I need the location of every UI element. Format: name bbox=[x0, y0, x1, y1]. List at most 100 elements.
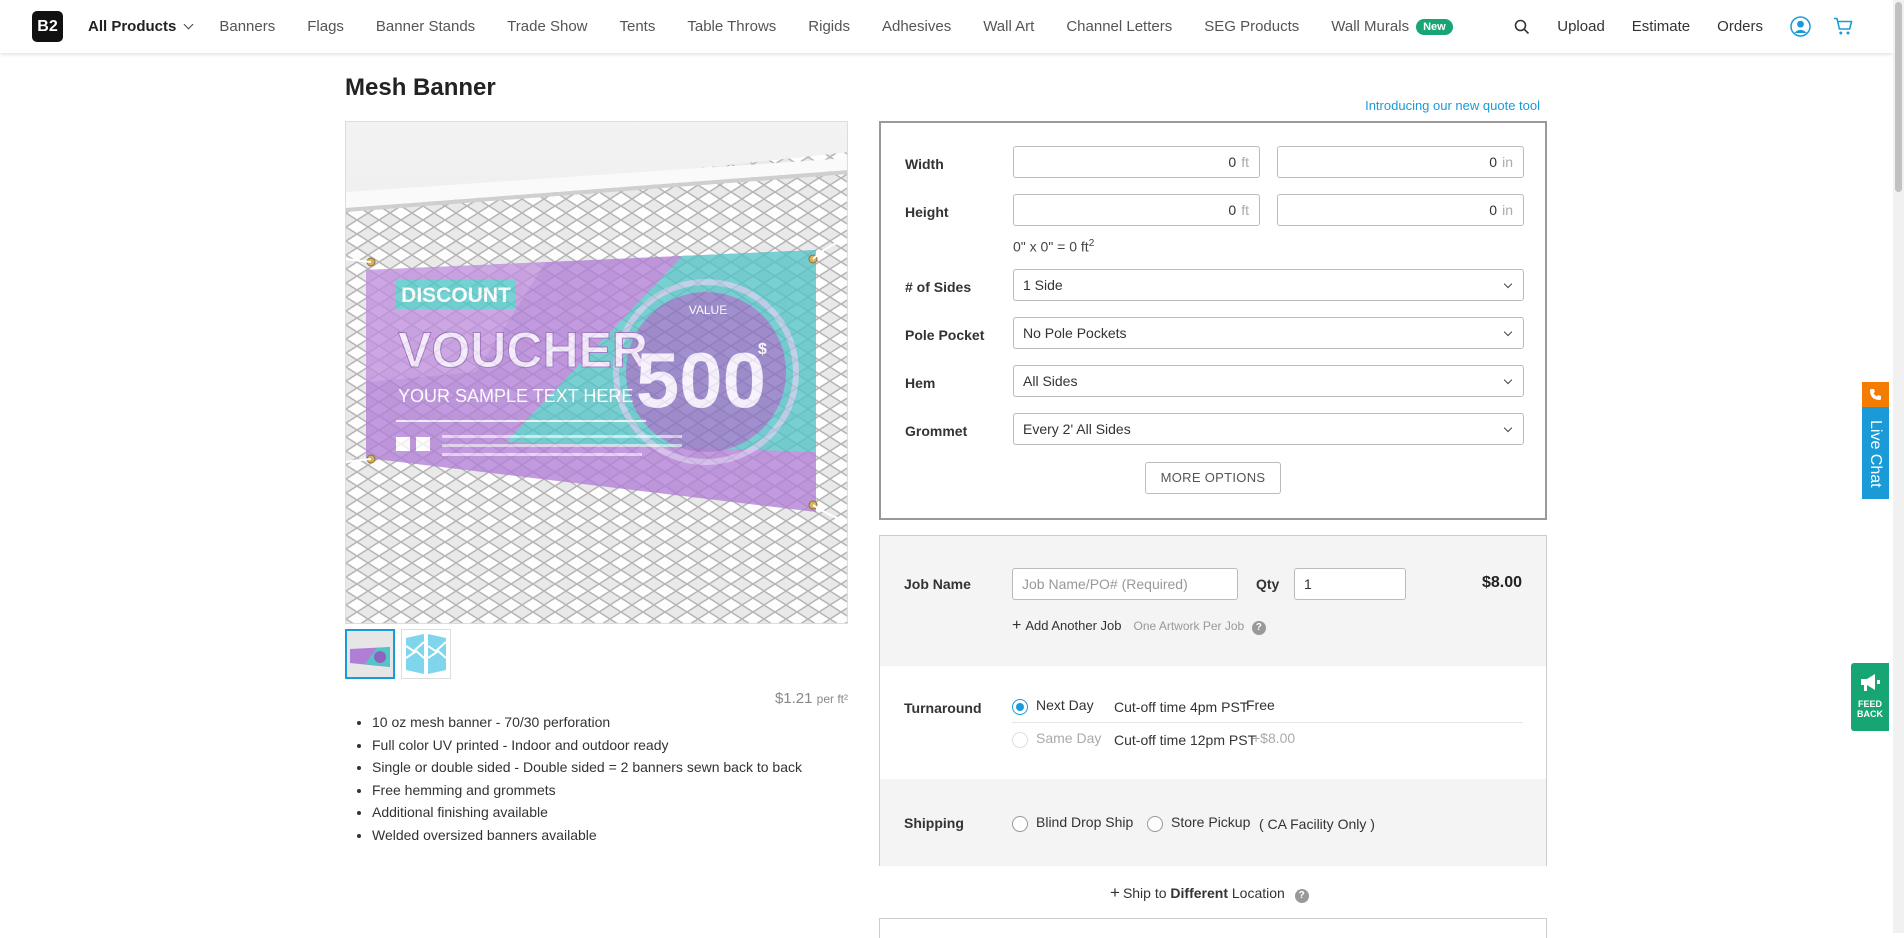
qty-input[interactable]: 1 bbox=[1294, 568, 1406, 600]
height-label: Height bbox=[905, 204, 949, 220]
b2-logo[interactable]: B2 bbox=[32, 11, 63, 42]
nav-banner-stands[interactable]: Banner Stands bbox=[376, 18, 475, 35]
next-day-radio[interactable] bbox=[1012, 699, 1028, 715]
main-nav: All Products Banners Flags Banner Stands… bbox=[88, 0, 1485, 53]
feature-item: Welded oversized banners available bbox=[372, 824, 802, 847]
width-in-value: 0 bbox=[1489, 154, 1498, 170]
turnaround-label: Turnaround bbox=[904, 700, 982, 716]
next-day-cutoff: Cut-off time 4pm PST bbox=[1114, 699, 1249, 715]
chevron-down-icon bbox=[183, 19, 194, 29]
feedback-button[interactable]: FEED BACK bbox=[1851, 663, 1889, 731]
pole-pocket-select-value: No Pole Pockets bbox=[1023, 325, 1127, 341]
hem-select-value: All Sides bbox=[1023, 373, 1078, 389]
pole-pocket-label: Pole Pocket bbox=[905, 327, 985, 343]
chevron-down-icon bbox=[1503, 423, 1513, 433]
scrollbar-thumb[interactable] bbox=[1895, 2, 1902, 192]
nav-trade-show[interactable]: Trade Show bbox=[507, 18, 587, 35]
next-panel bbox=[879, 918, 1547, 938]
height-ft-input[interactable]: 0 ft bbox=[1013, 194, 1260, 226]
feature-item: 10 oz mesh banner - 70/30 perforation bbox=[372, 711, 802, 734]
feature-item: Single or double sided - Double sided = … bbox=[372, 756, 802, 779]
unit-ft-label: ft bbox=[1241, 202, 1249, 218]
feature-list: 10 oz mesh banner - 70/30 perforation Fu… bbox=[372, 711, 802, 846]
feature-item: Free hemming and grommets bbox=[372, 779, 802, 802]
blind-drop-ship-label: Blind Drop Ship bbox=[1036, 814, 1134, 830]
nav-flags[interactable]: Flags bbox=[307, 18, 344, 35]
nav-all-products-label: All Products bbox=[88, 18, 177, 35]
top-navbar: B2 All Products Banners Flags Banner Sta… bbox=[0, 0, 1893, 53]
price-per-sqft-unit: per ft² bbox=[816, 692, 848, 706]
quote-tool-link[interactable]: Introducing our new quote tool bbox=[1300, 98, 1540, 113]
one-artwork-note: One Artwork Per Job bbox=[1133, 619, 1245, 633]
width-ft-value: 0 bbox=[1228, 154, 1237, 170]
plus-icon: + bbox=[1110, 883, 1120, 902]
account-icon[interactable] bbox=[1790, 16, 1811, 37]
width-ft-input[interactable]: 0 ft bbox=[1013, 146, 1260, 178]
height-in-input[interactable]: 0 in bbox=[1277, 194, 1524, 226]
live-chat-label: Live Chat bbox=[1867, 420, 1884, 488]
shipping-label: Shipping bbox=[904, 815, 964, 831]
ship-diff-suffix: Location bbox=[1231, 885, 1285, 901]
options-panel: Width 0 ft 0 in Height 0 ft 0 in 0" x 0" = 0… bbox=[879, 121, 1547, 520]
help-icon[interactable]: ? bbox=[1251, 621, 1266, 635]
sides-select[interactable]: 1 Side bbox=[1013, 269, 1524, 301]
width-label: Width bbox=[905, 156, 944, 172]
product-main-image[interactable]: DISCOUNT VOUCHER YOUR SAMPLE TEXT HERE V… bbox=[345, 121, 848, 624]
ship-to-different-location-link[interactable]: + Ship to Different Location ? bbox=[1110, 883, 1309, 903]
estimate-link[interactable]: Estimate bbox=[1632, 18, 1690, 35]
qty-label: Qty bbox=[1256, 576, 1280, 592]
phone-icon[interactable] bbox=[1862, 382, 1889, 407]
next-day-label: Next Day bbox=[1036, 697, 1094, 713]
nav-wall-art[interactable]: Wall Art bbox=[983, 18, 1034, 35]
add-another-job-button[interactable]: + Add Another Job One Artwork Per Job ? bbox=[1012, 617, 1266, 635]
new-badge: New bbox=[1416, 18, 1453, 35]
unit-ft-label: ft bbox=[1241, 154, 1249, 170]
feedback-label-line2: BACK bbox=[1857, 709, 1883, 719]
live-chat-tab[interactable]: Live Chat bbox=[1862, 382, 1889, 499]
nav-tents[interactable]: Tents bbox=[620, 18, 656, 35]
scrollbar[interactable] bbox=[1893, 0, 1904, 933]
product-thumbnail-1[interactable] bbox=[345, 629, 395, 679]
feedback-label-line1: FEED bbox=[1857, 699, 1882, 709]
product-thumbnail-2[interactable] bbox=[401, 629, 451, 679]
orders-link[interactable]: Orders bbox=[1717, 18, 1763, 35]
search-icon[interactable] bbox=[1514, 19, 1530, 35]
nav-all-products[interactable]: All Products bbox=[88, 18, 194, 35]
chevron-down-icon bbox=[1503, 375, 1513, 385]
nav-wall-murals[interactable]: Wall Murals New bbox=[1331, 18, 1453, 35]
add-job-label: Add Another Job bbox=[1025, 618, 1122, 633]
help-icon[interactable]: ? bbox=[1294, 889, 1309, 903]
chevron-down-icon bbox=[1503, 279, 1513, 289]
shipping-section: Shipping Blind Drop Ship Store Pickup ( … bbox=[880, 779, 1546, 866]
pole-pocket-select[interactable]: No Pole Pockets bbox=[1013, 317, 1524, 349]
nav-table-throws[interactable]: Table Throws bbox=[687, 18, 776, 35]
page-title: Mesh Banner bbox=[345, 74, 496, 101]
nav-seg-products[interactable]: SEG Products bbox=[1204, 18, 1299, 35]
grommet-select[interactable]: Every 2' All Sides bbox=[1013, 413, 1524, 445]
more-options-button[interactable]: MORE OPTIONS bbox=[1145, 462, 1281, 494]
same-day-radio bbox=[1012, 732, 1028, 748]
price-per-sqft-value: $1.21 bbox=[774, 690, 813, 707]
nav-adhesives[interactable]: Adhesives bbox=[882, 18, 951, 35]
unit-in-label: in bbox=[1502, 202, 1513, 218]
feedback-label: FEED BACK bbox=[1851, 699, 1889, 719]
hem-label: Hem bbox=[905, 375, 936, 391]
grommet-label: Grommet bbox=[905, 423, 968, 439]
width-in-input[interactable]: 0 in bbox=[1277, 146, 1524, 178]
job-section: Job Name Job Name/PO# (Required) Qty 1 $… bbox=[880, 536, 1546, 666]
nav-banners[interactable]: Banners bbox=[219, 18, 275, 35]
store-pickup-radio[interactable] bbox=[1147, 816, 1163, 832]
hem-select[interactable]: All Sides bbox=[1013, 365, 1524, 397]
area-text: 0" x 0" = 0 ft bbox=[1013, 238, 1089, 255]
cart-icon[interactable] bbox=[1833, 17, 1853, 36]
blind-drop-ship-radio[interactable] bbox=[1012, 816, 1028, 832]
nav-channel-letters[interactable]: Channel Letters bbox=[1066, 18, 1172, 35]
nav-rigids[interactable]: Rigids bbox=[808, 18, 850, 35]
order-total: $8.00 bbox=[1481, 574, 1522, 591]
feature-item: Additional finishing available bbox=[372, 801, 802, 824]
price-per-sqft: $1.21 per ft² bbox=[700, 690, 848, 707]
job-name-input[interactable]: Job Name/PO# (Required) bbox=[1012, 568, 1238, 600]
height-ft-value: 0 bbox=[1228, 202, 1237, 218]
order-box: Job Name Job Name/PO# (Required) Qty 1 $… bbox=[879, 535, 1547, 866]
upload-link[interactable]: Upload bbox=[1557, 18, 1605, 35]
